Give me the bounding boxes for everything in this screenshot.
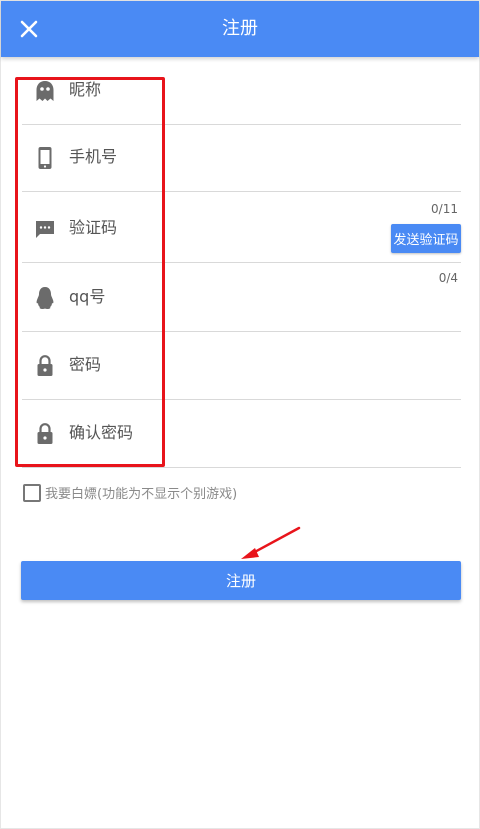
send-code-button[interactable]: 发送验证码: [391, 224, 461, 253]
freeload-checkbox[interactable]: [23, 483, 41, 502]
register-button[interactable]: 注册: [21, 561, 461, 600]
annotation-arrow-icon: [241, 526, 301, 559]
highlight-box: [15, 77, 165, 467]
freeload-label: 我要白嫖(功能为不显示个别游戏): [45, 487, 238, 502]
freeload-option[interactable]: 我要白嫖(功能为不显示个别游戏): [23, 483, 237, 502]
top-app-bar: 注册: [1, 1, 479, 57]
register-screen: 注册 昵称 手机号 0/11 验证码 发送验证码 0/4 qq号 密码 确认密码…: [0, 0, 480, 829]
page-title: 注册: [222, 18, 258, 39]
